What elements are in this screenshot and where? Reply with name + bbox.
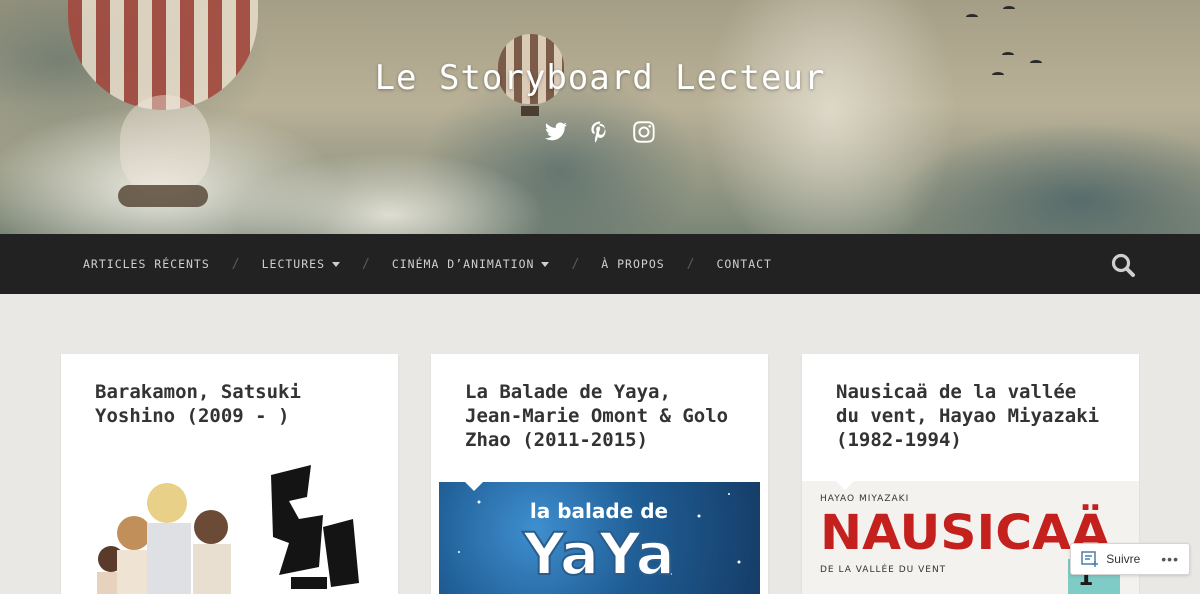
post-title[interactable]: La Balade de Yaya, Jean-Marie Omont & Go…	[431, 354, 768, 452]
instagram-icon[interactable]	[632, 120, 656, 144]
nav-separator: /	[687, 257, 695, 272]
cover-author: HAYAO MIYAZAKI	[820, 494, 909, 504]
pinterest-icon[interactable]	[588, 120, 612, 144]
card-notch	[95, 457, 113, 466]
caret-down-icon	[332, 262, 340, 267]
bird-silhouette	[966, 14, 978, 20]
post-title[interactable]: Nausicaä de la vallée du vent, Hayao Miy…	[802, 354, 1139, 452]
nav-item-contact[interactable]: CONTACT	[717, 257, 772, 271]
nav-menu: ARTICLES RÉCENTS / LECTURES / CINÉMA D’A…	[83, 234, 772, 294]
bird-silhouette	[1003, 6, 1015, 12]
site-header: Le Storyboard Lecteur	[0, 0, 1200, 234]
nav-separator: /	[232, 257, 240, 272]
nav-item-label: ARTICLES RÉCENTS	[83, 257, 210, 271]
more-options-icon[interactable]: •••	[1161, 551, 1179, 567]
reader-follow-icon	[1081, 551, 1099, 567]
post-thumbnail-barakamon[interactable]	[61, 457, 398, 594]
nav-separator: /	[571, 257, 579, 272]
cover-subtitle: DE LA VALLÉE DU VENT	[820, 563, 946, 575]
social-links	[0, 120, 1200, 144]
nav-item-label: LECTURES	[262, 257, 325, 271]
post-card-balade-de-yaya[interactable]: La Balade de Yaya, Jean-Marie Omont & Go…	[431, 354, 768, 594]
card-notch	[465, 482, 483, 491]
nav-item-label: CONTACT	[717, 257, 772, 271]
airship-illustration	[118, 185, 208, 207]
nav-item-a-propos[interactable]: À PROPOS	[601, 257, 664, 271]
post-thumbnail-balade-de-yaya[interactable]: la balade de YaYa	[439, 482, 760, 594]
balloon-basket	[521, 106, 539, 116]
nav-separator: /	[362, 257, 370, 272]
nav-item-label: CINÉMA D’ANIMATION	[392, 257, 535, 271]
cover-title-large: YaYa	[522, 520, 675, 588]
nav-item-articles-recents[interactable]: ARTICLES RÉCENTS	[83, 257, 210, 271]
cover-title-large: NAUSICAÄ	[820, 504, 1110, 561]
card-notch	[836, 481, 854, 490]
twitter-icon[interactable]	[544, 120, 568, 144]
search-icon[interactable]	[1110, 252, 1136, 278]
faded-balloon-illustration	[120, 95, 210, 195]
post-card-barakamon[interactable]: Barakamon, Satsuki Yoshino (2009 - )	[61, 354, 398, 594]
post-title[interactable]: Barakamon, Satsuki Yoshino (2009 - )	[61, 354, 398, 428]
nav-item-label: À PROPOS	[601, 257, 664, 271]
follow-label: Suivre	[1106, 552, 1140, 566]
follow-button[interactable]: Suivre •••	[1070, 543, 1190, 575]
post-thumbnail-nausicaa[interactable]: HAYAO MIYAZAKI NAUSICAÄ DE LA VALLÉE DU …	[802, 481, 1139, 594]
site-title[interactable]: Le Storyboard Lecteur	[0, 58, 1200, 98]
nav-item-lectures[interactable]: LECTURES	[262, 257, 340, 271]
main-navigation: ARTICLES RÉCENTS / LECTURES / CINÉMA D’A…	[0, 234, 1200, 294]
caret-down-icon	[541, 262, 549, 267]
nav-item-cinema-animation[interactable]: CINÉMA D’ANIMATION	[392, 257, 550, 271]
